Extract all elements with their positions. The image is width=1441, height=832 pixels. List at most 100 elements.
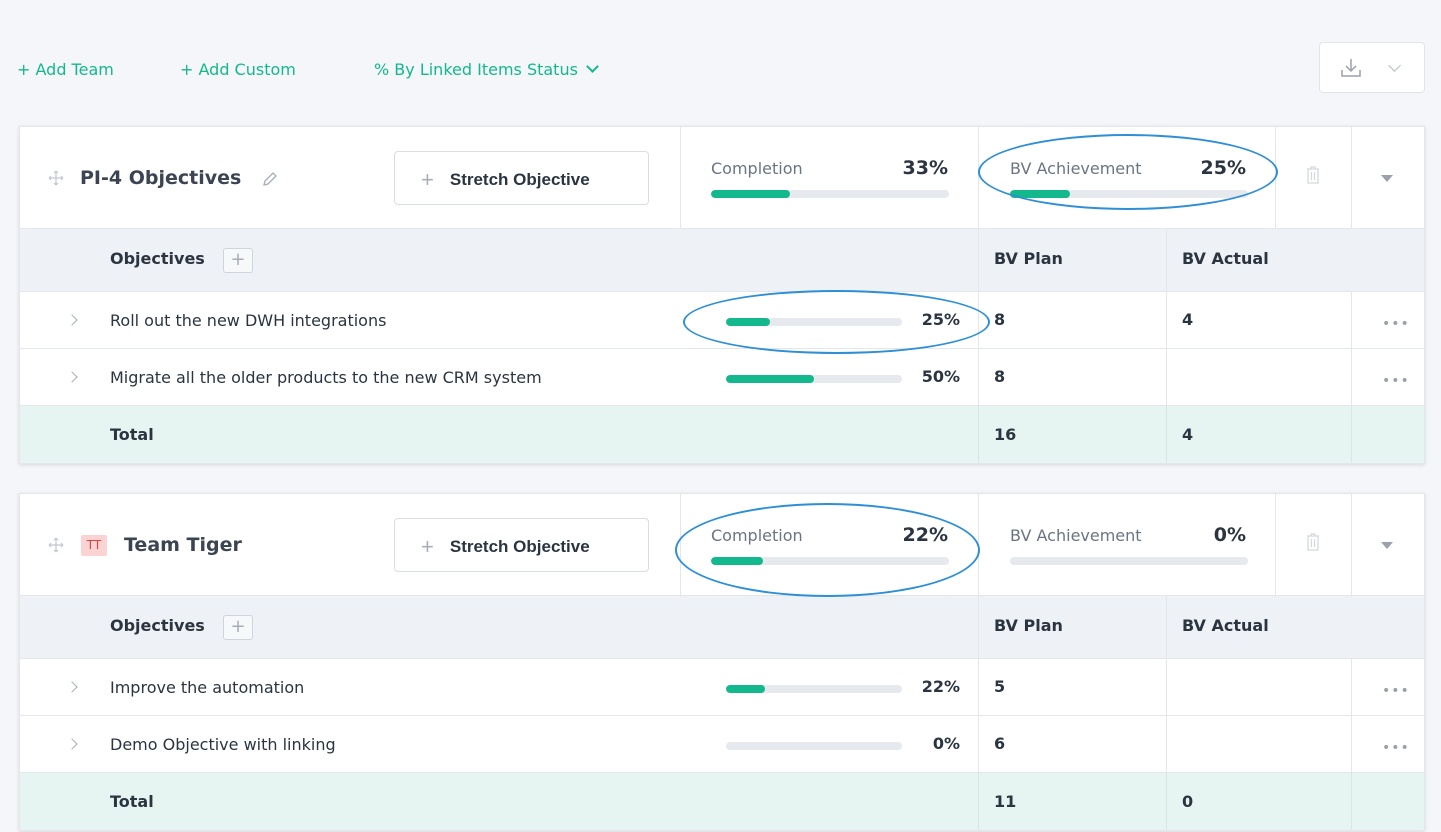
objective-progress-value: 25% xyxy=(921,310,960,329)
objectives-header: Objectives xyxy=(110,249,205,268)
completion-value: 33% xyxy=(902,157,948,179)
trash-icon[interactable] xyxy=(1305,532,1321,552)
status-mode-label: % By Linked Items Status xyxy=(374,60,578,79)
divider xyxy=(978,716,979,772)
bv-plan-value[interactable]: 5 xyxy=(994,677,1005,696)
total-label: Total xyxy=(110,425,154,444)
divider xyxy=(1166,292,1167,348)
objective-name: Migrate all the older products to the ne… xyxy=(110,368,542,387)
total-label: Total xyxy=(110,792,154,811)
divider xyxy=(1351,292,1352,348)
trash-icon[interactable] xyxy=(1305,165,1321,185)
card-title: Team Tiger xyxy=(124,534,242,556)
divider xyxy=(978,773,979,830)
drag-handle-icon[interactable] xyxy=(48,170,64,186)
objective-progress-bar xyxy=(726,742,902,750)
objective-progress-fill xyxy=(726,318,770,326)
table-row[interactable]: Roll out the new DWH integrations 25% 8 … xyxy=(20,292,1424,349)
divider xyxy=(1166,773,1167,830)
objective-name: Improve the automation xyxy=(110,678,305,697)
divider xyxy=(1351,716,1352,772)
bv-achievement-label: BV Achievement xyxy=(1010,159,1142,178)
collapse-caret-icon[interactable] xyxy=(1381,542,1393,549)
toolbar: + Add Team + Add Custom % By Linked Item… xyxy=(0,0,1441,120)
objectives-card-pi4: PI-4 Objectives + Stretch Objective Compl… xyxy=(19,126,1425,464)
bv-plan-value[interactable]: 6 xyxy=(994,734,1005,753)
bv-plan-value[interactable]: 8 xyxy=(994,310,1005,329)
completion-bar xyxy=(711,190,949,198)
objectives-header: Objectives xyxy=(110,616,205,635)
objective-name: Demo Objective with linking xyxy=(110,735,336,754)
add-objective-button[interactable]: + xyxy=(223,615,253,640)
team-avatar-badge: TT xyxy=(81,535,107,556)
bv-achievement-bar-fill xyxy=(1010,190,1070,198)
completion-label: Completion xyxy=(711,526,803,545)
table-row[interactable]: Improve the automation 22% 5 ••• xyxy=(20,659,1424,716)
objective-progress-bar xyxy=(726,318,902,326)
chevron-right-icon[interactable] xyxy=(66,314,78,326)
divider xyxy=(1166,596,1167,658)
total-row: Total 11 0 xyxy=(20,773,1424,830)
divider xyxy=(1275,127,1276,228)
divider xyxy=(978,659,979,715)
divider xyxy=(1166,659,1167,715)
divider xyxy=(978,494,979,595)
table-header: Objectives + BV Plan BV Actual xyxy=(20,229,1424,292)
table-row[interactable]: Demo Objective with linking 0% 6 ••• xyxy=(20,716,1424,773)
download-button[interactable] xyxy=(1319,42,1425,93)
bv-achievement-bar xyxy=(1010,557,1248,565)
chevron-right-icon[interactable] xyxy=(66,371,78,383)
divider xyxy=(680,127,681,228)
objective-progress-bar xyxy=(726,685,902,693)
total-bv-actual: 4 xyxy=(1182,425,1194,444)
card-title: PI-4 Objectives xyxy=(80,167,242,189)
bv-actual-value[interactable]: 4 xyxy=(1182,310,1193,329)
completion-bar-fill xyxy=(711,557,764,565)
divider xyxy=(1351,349,1352,405)
download-icon xyxy=(1341,59,1361,77)
table-row[interactable]: Migrate all the older products to the ne… xyxy=(20,349,1424,406)
drag-handle-icon[interactable] xyxy=(48,537,64,553)
edit-pencil-icon[interactable] xyxy=(261,170,279,188)
collapse-caret-icon[interactable] xyxy=(1381,175,1393,182)
card-header: PI-4 Objectives + Stretch Objective Compl… xyxy=(20,127,1424,229)
more-options-icon[interactable]: ••• xyxy=(1382,683,1410,699)
divider xyxy=(978,349,979,405)
divider xyxy=(1351,773,1352,830)
bv-actual-header: BV Actual xyxy=(1182,249,1269,268)
divider xyxy=(1166,406,1167,463)
bv-achievement-label: BV Achievement xyxy=(1010,526,1142,545)
completion-bar-fill xyxy=(711,190,790,198)
plus-icon: + xyxy=(421,534,434,559)
more-options-icon[interactable]: ••• xyxy=(1382,740,1410,756)
bv-plan-header: BV Plan xyxy=(994,616,1063,635)
more-options-icon[interactable]: ••• xyxy=(1382,373,1410,389)
objective-progress-fill xyxy=(726,685,765,693)
add-custom-button[interactable]: + Add Custom xyxy=(180,60,296,79)
divider xyxy=(978,292,979,348)
bv-achievement-value: 0% xyxy=(1213,524,1246,546)
table-header: Objectives + BV Plan BV Actual xyxy=(20,596,1424,659)
stretch-objective-button[interactable]: + Stretch Objective xyxy=(394,518,649,572)
more-options-icon[interactable]: ••• xyxy=(1382,316,1410,332)
stretch-objective-label: Stretch Objective xyxy=(449,170,590,189)
bv-actual-header: BV Actual xyxy=(1182,616,1269,635)
total-bv-plan: 11 xyxy=(994,792,1017,811)
completion-bar xyxy=(711,557,949,565)
plus-icon: + xyxy=(421,167,434,192)
bv-achievement-bar xyxy=(1010,190,1248,198)
status-mode-dropdown[interactable]: % By Linked Items Status xyxy=(374,60,599,79)
total-row: Total 16 4 xyxy=(20,406,1424,463)
add-objective-button[interactable]: + xyxy=(223,248,253,273)
chevron-right-icon[interactable] xyxy=(66,738,78,750)
bv-plan-header: BV Plan xyxy=(994,249,1063,268)
stretch-objective-button[interactable]: + Stretch Objective xyxy=(394,151,649,205)
divider xyxy=(1351,659,1352,715)
chevron-down-icon xyxy=(586,60,599,73)
divider xyxy=(1166,349,1167,405)
add-team-button[interactable]: + Add Team xyxy=(17,60,114,79)
chevron-right-icon[interactable] xyxy=(66,681,78,693)
bv-plan-value[interactable]: 8 xyxy=(994,367,1005,386)
divider xyxy=(680,494,681,595)
bv-achievement-value: 25% xyxy=(1200,157,1246,179)
